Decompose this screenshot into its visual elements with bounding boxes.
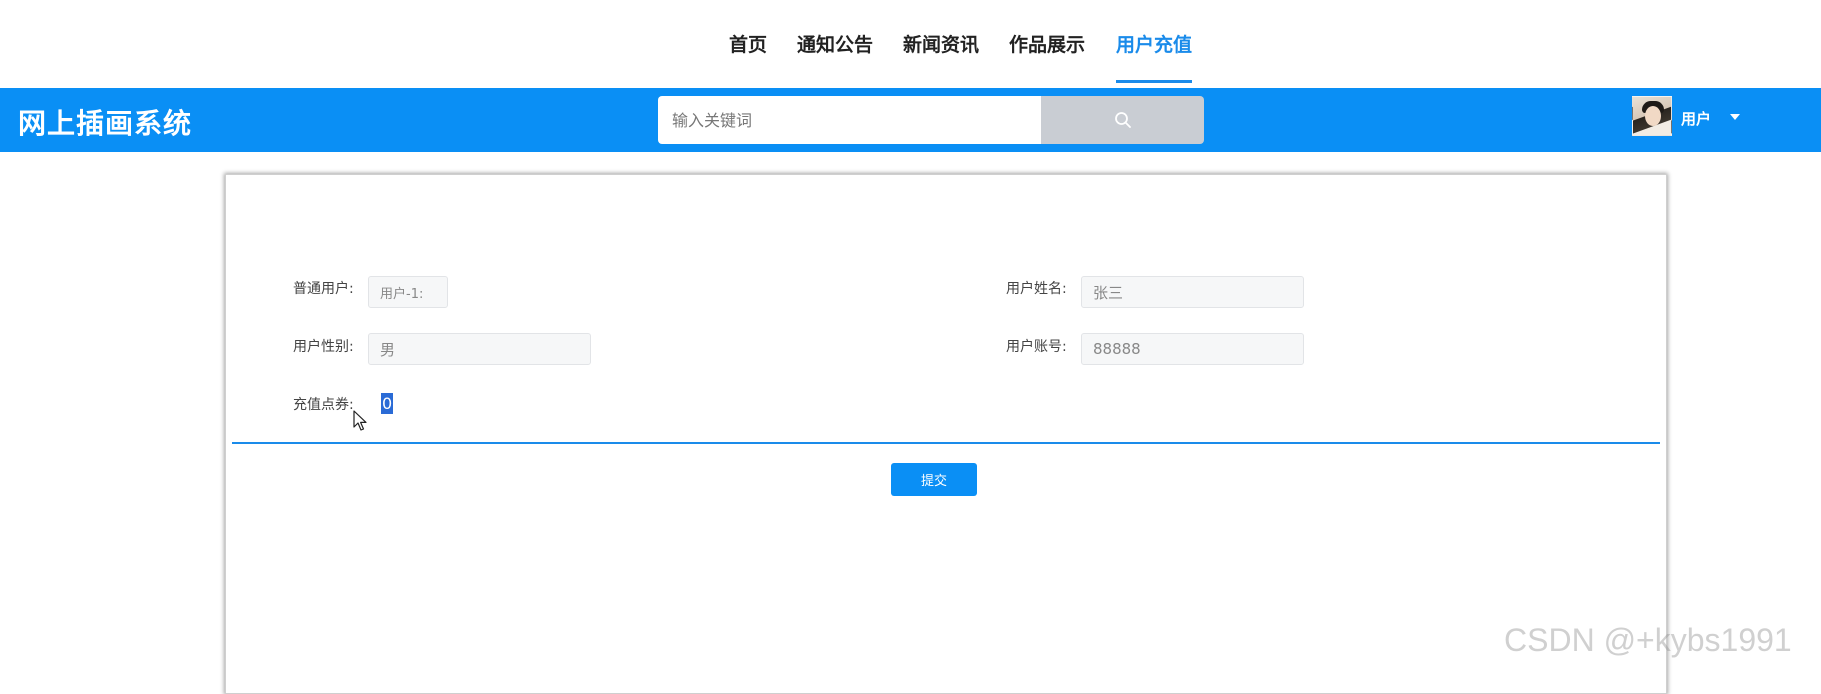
user-name-label: 用户姓名: xyxy=(1006,281,1067,297)
account-field[interactable] xyxy=(1081,333,1304,365)
account-label: 用户账号: xyxy=(1006,339,1067,355)
search-icon xyxy=(1114,112,1131,128)
search-button[interactable] xyxy=(1041,96,1204,144)
site-title: 网上插画系统 xyxy=(18,107,193,140)
nav-item-home[interactable]: 首页 xyxy=(729,30,767,88)
normal-user-label: 普通用户: xyxy=(293,281,354,297)
mouse-cursor-icon xyxy=(353,410,367,431)
nav-item-recharge[interactable]: 用户充值 xyxy=(1116,30,1193,88)
user-menu-toggle[interactable] xyxy=(1728,110,1742,124)
gender-field[interactable] xyxy=(368,333,591,365)
user-name-field[interactable] xyxy=(1081,276,1304,308)
form-divider xyxy=(232,442,1660,444)
watermark: CSDN @+kybs1991 xyxy=(1504,622,1792,658)
user-menu-label[interactable]: 用户 xyxy=(1681,108,1711,129)
header-bar: 网上插画系统 用户 xyxy=(0,88,1821,152)
normal-user-field[interactable] xyxy=(368,276,448,308)
caret-down-icon xyxy=(1730,114,1740,120)
gender-label: 用户性别: xyxy=(293,339,354,355)
nav-item-news[interactable]: 新闻资讯 xyxy=(903,30,979,88)
submit-button[interactable]: 提交 xyxy=(891,463,977,496)
recharge-points-input[interactable]: 0 xyxy=(381,393,394,414)
recharge-form-panel: 普通用户: 用户姓名: 用户性别: 用户账号: 充值点券: 0 提交 xyxy=(225,174,1667,694)
recharge-label: 充值点券: xyxy=(293,397,354,413)
nav-item-works[interactable]: 作品展示 xyxy=(1009,30,1085,88)
search-input[interactable] xyxy=(658,96,1041,144)
avatar[interactable] xyxy=(1632,96,1672,136)
top-navigation: 首页 通知公告 新闻资讯 作品展示 用户充值 xyxy=(0,0,1821,88)
nav-item-notices[interactable]: 通知公告 xyxy=(797,30,873,88)
